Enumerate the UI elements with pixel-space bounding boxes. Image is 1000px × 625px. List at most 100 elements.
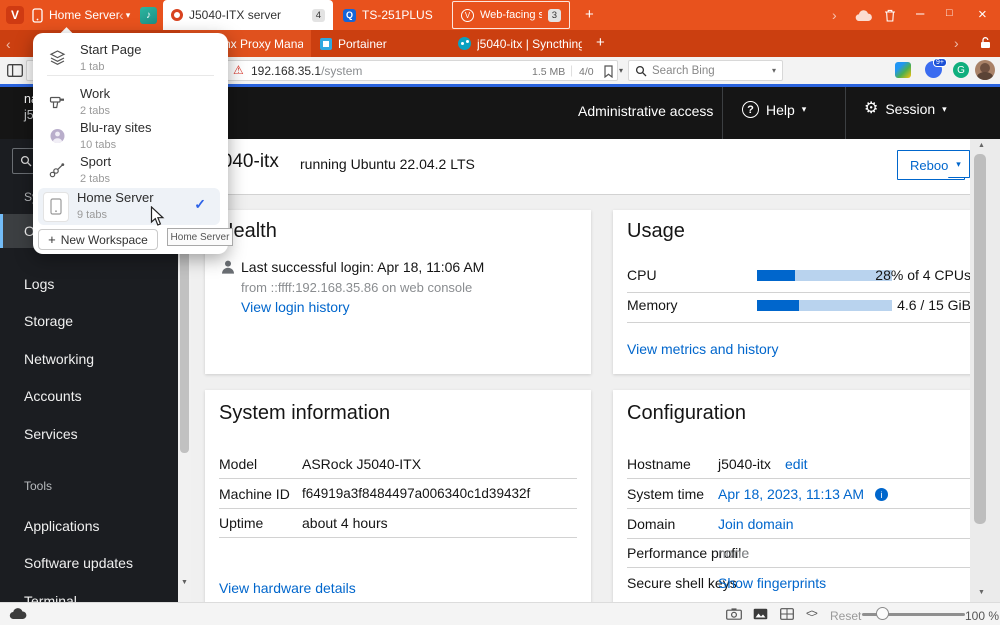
session-menu-button[interactable]: ⚙ Session ▾ bbox=[864, 101, 947, 117]
reboot-menu-toggle[interactable]: ▾ bbox=[948, 150, 970, 178]
sidebar-item-applications[interactable]: Applications bbox=[0, 509, 178, 543]
grammarly-extension-icon[interactable]: G bbox=[953, 62, 969, 78]
tab-j5040-itx-server[interactable]: J5040-ITX server 4 bbox=[163, 0, 333, 30]
extension-shield-icon[interactable]: 9+ bbox=[925, 61, 942, 78]
new-tab-button[interactable]: + bbox=[585, 7, 594, 22]
view-metrics-link[interactable]: View metrics and history bbox=[627, 341, 778, 357]
menu-item-blu-ray-sites[interactable]: Blu-ray sites10 tabs bbox=[43, 119, 218, 153]
tab-scroll-left-icon[interactable]: ‹ bbox=[119, 7, 124, 23]
masthead-divider bbox=[845, 87, 846, 139]
address-caret-icon[interactable]: ▾ bbox=[619, 66, 623, 75]
browser-status-bar: <> Reset 100 % bbox=[0, 602, 1000, 625]
model-label: Model bbox=[219, 456, 257, 472]
tab-web-facing-services[interactable]: V Web-facing services 3 bbox=[452, 1, 570, 29]
tab-scroll-right-icon[interactable]: › bbox=[832, 7, 837, 23]
music-pinned-tab-icon[interactable]: ♪ bbox=[140, 7, 157, 24]
workspace-selector-button[interactable]: Home Server ▾ bbox=[32, 4, 130, 26]
workspace-item-label: Home Server bbox=[77, 190, 154, 205]
hostname-edit-link[interactable]: edit bbox=[785, 456, 808, 472]
row-divider bbox=[627, 538, 970, 539]
sidebar-item-services[interactable]: Services bbox=[0, 417, 178, 451]
zoom-slider-handle[interactable] bbox=[876, 607, 889, 620]
machine-id-value: f64919a3f8484497a006340c1d39432f bbox=[302, 486, 530, 501]
subtab-portainer[interactable]: Portainer bbox=[312, 30, 449, 57]
maximize-button[interactable]: □ bbox=[946, 8, 953, 19]
avatar-icon bbox=[49, 128, 66, 144]
machine-id-label: Machine ID bbox=[219, 486, 290, 502]
minimize-button[interactable]: – bbox=[916, 6, 924, 21]
page-header: j5040-itx running Ubuntu 22.04.2 LTS Reb… bbox=[191, 139, 970, 195]
info-icon[interactable]: i bbox=[875, 488, 888, 501]
cpu-progress-bar bbox=[757, 270, 892, 281]
scroll-up-icon[interactable]: ▲ bbox=[978, 142, 985, 149]
masthead-divider bbox=[722, 87, 723, 139]
new-workspace-button[interactable]: + New Workspace bbox=[38, 229, 158, 250]
close-button[interactable]: × bbox=[978, 7, 987, 22]
memory-progress-bar bbox=[757, 300, 892, 311]
scrollbar-thumb[interactable] bbox=[974, 154, 986, 524]
join-domain-link[interactable]: Join domain bbox=[718, 516, 794, 532]
cockpit-content: j5040-itx running Ubuntu 22.04.2 LTS Reb… bbox=[191, 139, 970, 602]
page-subtitle: running Ubuntu 22.04.2 LTS bbox=[300, 156, 475, 172]
administrative-access-button[interactable]: Administrative access bbox=[578, 103, 713, 119]
trash-icon[interactable] bbox=[884, 9, 896, 22]
cockpit-favicon bbox=[171, 9, 183, 21]
tab-label: J5040-ITX server bbox=[189, 8, 306, 22]
scroll-down-icon[interactable]: ▼ bbox=[181, 579, 188, 586]
page-actions-image-icon[interactable] bbox=[753, 608, 768, 620]
substack-new-tab-button[interactable]: + bbox=[596, 35, 605, 50]
row-divider bbox=[627, 292, 970, 293]
view-hardware-details-link[interactable]: View hardware details bbox=[219, 580, 356, 596]
dumbbell-icon bbox=[49, 162, 66, 178]
row-divider bbox=[627, 508, 970, 509]
row-divider bbox=[219, 537, 577, 538]
menu-item-home-server-selected[interactable]: Home Server9 tabs ✓ bbox=[38, 188, 220, 225]
extension-badge: 9+ bbox=[933, 58, 947, 67]
sidebar-item-logs[interactable]: Logs bbox=[0, 267, 178, 301]
menu-item-start-page[interactable]: Start Page1 tab bbox=[43, 41, 218, 75]
configuration-card: Configuration Hostname j5040-itx edit Sy… bbox=[613, 390, 970, 602]
subtab-scroll-left-icon[interactable]: ‹ bbox=[6, 36, 11, 52]
bookmark-icon[interactable] bbox=[603, 65, 614, 78]
power-tool-icon bbox=[49, 94, 66, 110]
sync-cloud-icon[interactable] bbox=[855, 10, 872, 22]
page-scrollbar[interactable]: ▲ ▼ bbox=[970, 139, 1000, 602]
login-from-text: from ::ffff:192.168.35.86 on web console bbox=[241, 280, 472, 295]
menu-item-work[interactable]: Work 2 tabs bbox=[43, 85, 218, 119]
row-divider bbox=[627, 567, 970, 568]
scroll-down-icon[interactable]: ▼ bbox=[978, 589, 985, 596]
workspace-item-label: Start Page bbox=[80, 42, 141, 57]
menu-item-sport[interactable]: Sport2 tabs bbox=[43, 153, 218, 187]
subtab-scroll-right-icon[interactable]: › bbox=[954, 35, 959, 51]
sidebar-item-software-updates[interactable]: Software updates bbox=[0, 546, 178, 580]
profile-avatar[interactable] bbox=[975, 60, 995, 80]
subtab-syncthing[interactable]: j5040-itx | Syncthing bbox=[450, 30, 590, 57]
vivaldi-menu-icon[interactable]: V bbox=[6, 6, 24, 24]
unlock-icon[interactable] bbox=[980, 37, 991, 49]
sidebar-item-accounts[interactable]: Accounts bbox=[0, 379, 178, 413]
zoom-reset-button[interactable]: Reset bbox=[830, 609, 861, 623]
workspace-caret-icon: ▾ bbox=[126, 10, 131, 21]
tab-label: TS-251PLUS bbox=[362, 8, 433, 22]
source-code-icon[interactable]: <> bbox=[806, 608, 817, 620]
workspace-item-count: 2 tabs bbox=[80, 173, 110, 185]
sidebar-item-storage[interactable]: Storage bbox=[0, 304, 178, 338]
view-login-history-link[interactable]: View login history bbox=[241, 299, 350, 315]
subtab-label: j5040-itx | Syncthing bbox=[477, 37, 582, 51]
row-divider bbox=[219, 508, 577, 509]
cpu-progress-fill bbox=[757, 270, 795, 281]
capture-icon[interactable] bbox=[726, 608, 742, 620]
workspace-item-label: Work bbox=[80, 86, 110, 101]
extension-colorful-icon[interactable] bbox=[895, 62, 911, 78]
sync-status-cloud-icon[interactable] bbox=[9, 608, 27, 620]
performance-profile-value: none bbox=[718, 545, 749, 561]
show-fingerprints-link[interactable]: Show fingerprints bbox=[718, 575, 826, 591]
tiling-icon[interactable] bbox=[780, 608, 794, 620]
system-time-link[interactable]: Apr 18, 2023, 11:13 AM bbox=[718, 486, 864, 502]
panel-toggle-icon[interactable] bbox=[7, 64, 23, 77]
tab-ts-251plus[interactable]: Q TS-251PLUS bbox=[335, 0, 450, 30]
help-menu-button[interactable]: ? Help ▾ bbox=[742, 101, 806, 118]
sidebar-item-networking[interactable]: Networking bbox=[0, 342, 178, 376]
workspace-item-count: 2 tabs bbox=[80, 105, 110, 117]
search-field[interactable]: Search Bing ▾ bbox=[628, 60, 783, 81]
